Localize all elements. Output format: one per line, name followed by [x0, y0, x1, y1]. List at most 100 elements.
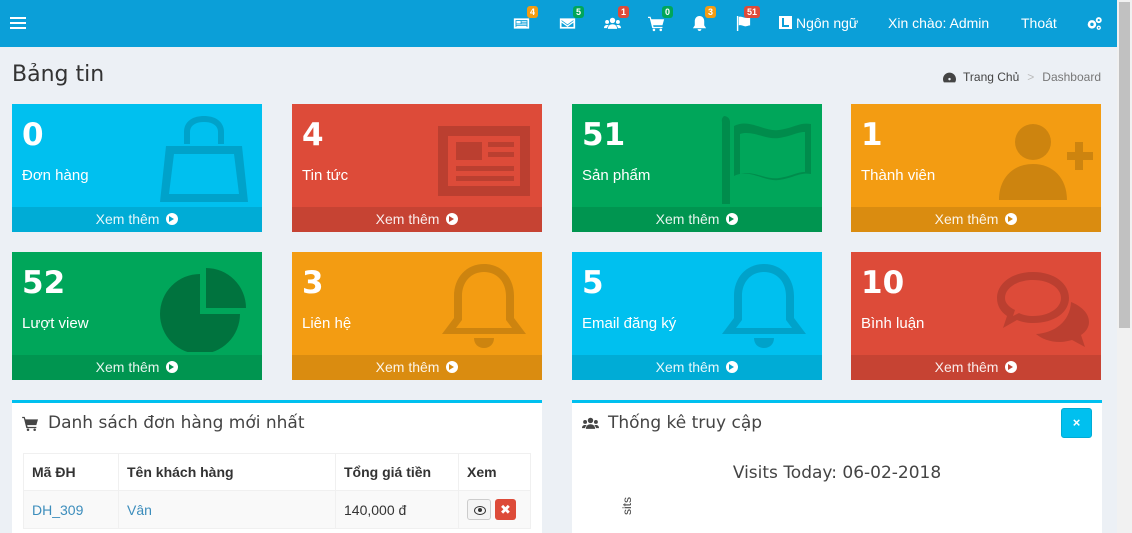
- top-navbar: 4 5 1 0 3 51 Ngôn ngữ Xin chào: Admin Th…: [0, 0, 1117, 47]
- stat-value: 1: [861, 117, 883, 153]
- pie-chart-icon: [154, 262, 254, 354]
- arrow-circle-right-icon: [726, 361, 739, 373]
- delete-times-icon[interactable]: ✖: [495, 499, 516, 520]
- notifications-nav-icon[interactable]: 3: [688, 6, 716, 33]
- page-scrollbar[interactable]: [1117, 0, 1132, 533]
- users-badge: 1: [617, 6, 629, 18]
- shopping-bag-icon: [154, 114, 254, 204]
- customer-name-link[interactable]: Vân: [127, 502, 152, 518]
- bell-icon: [434, 262, 534, 352]
- table-header-row: Mã ĐH Tên khách hàng Tổng giá tiền Xem: [23, 453, 531, 491]
- table-row: DH_309 Vân 140,000 đ ✖: [23, 490, 531, 529]
- shopping-cart-icon: [22, 416, 38, 431]
- users-icon: [582, 417, 599, 429]
- stat-value: 10: [861, 265, 905, 301]
- stat-label: Lượt view: [22, 315, 89, 332]
- dashboard-icon: [943, 72, 957, 82]
- mail-nav-icon[interactable]: 5: [556, 6, 584, 33]
- scrollbar-thumb[interactable]: [1119, 2, 1130, 328]
- menu-toggle-icon[interactable]: [10, 12, 26, 34]
- user-greeting[interactable]: Xin chào: Admin: [888, 15, 989, 31]
- page-title: Bảng tin: [12, 62, 105, 87]
- flag-icon: [714, 114, 814, 204]
- more-info-link[interactable]: Xem thêm: [851, 355, 1101, 380]
- chart-y-axis-label: sits: [620, 497, 634, 515]
- stat-box-email-subscriptions: 5 Email đăng ký Xem thêm: [572, 252, 822, 380]
- arrow-circle-right-icon: [1005, 361, 1018, 373]
- language-label: Ngôn ngữ: [796, 15, 859, 31]
- orders-table: Mã ĐH Tên khách hàng Tổng giá tiền Xem D…: [23, 453, 531, 529]
- stat-label: Tin tức: [302, 167, 349, 184]
- more-info-link[interactable]: Xem thêm: [572, 355, 822, 380]
- breadcrumb-separator: >: [1027, 70, 1035, 84]
- stat-label: Liên hệ: [302, 315, 352, 332]
- arrow-circle-right-icon: [166, 213, 179, 225]
- language-icon: [779, 16, 792, 29]
- column-header[interactable]: Tổng giá tiền: [335, 453, 459, 491]
- more-info-link[interactable]: Xem thêm: [12, 355, 262, 380]
- mail-badge: 5: [572, 6, 584, 18]
- breadcrumb-home-link[interactable]: Trang Chủ: [943, 70, 1019, 84]
- stat-box-news: 4 Tin tức Xem thêm: [292, 104, 542, 232]
- stat-value: 5: [582, 265, 604, 301]
- view-eye-icon[interactable]: [467, 499, 491, 520]
- column-header[interactable]: Tên khách hàng: [118, 453, 336, 491]
- orders-badge: 4: [526, 6, 538, 18]
- stat-box-views: 52 Lượt view Xem thêm: [12, 252, 262, 380]
- stat-value: 4: [302, 117, 324, 153]
- newspaper-icon: [434, 114, 534, 204]
- stat-value: 0: [22, 117, 44, 153]
- arrow-circle-right-icon: [1005, 213, 1018, 225]
- stat-box-contacts: 3 Liên hệ Xem thêm: [292, 252, 542, 380]
- flags-badge: 51: [743, 6, 760, 18]
- settings-gear-icon[interactable]: [1083, 13, 1105, 33]
- chart-title: Visits Today: 06-02-2018: [732, 463, 942, 483]
- bell-icon: [714, 262, 814, 352]
- more-info-link[interactable]: Xem thêm: [292, 207, 542, 232]
- panel-header: Danh sách đơn hàng mới nhất: [22, 413, 305, 433]
- stat-value: 51: [582, 117, 626, 153]
- column-header[interactable]: Mã ĐH: [23, 453, 119, 491]
- language-selector[interactable]: Ngôn ngữ: [779, 15, 858, 31]
- more-info-link[interactable]: Xem thêm: [12, 207, 262, 232]
- arrow-circle-right-icon: [166, 361, 179, 373]
- notifications-badge: 3: [704, 6, 716, 18]
- more-info-link[interactable]: Xem thêm: [851, 207, 1101, 232]
- latest-orders-panel: Danh sách đơn hàng mới nhất Mã ĐH Tên kh…: [12, 400, 542, 533]
- arrow-circle-right-icon: [446, 213, 459, 225]
- flag-nav-icon[interactable]: 51: [732, 6, 760, 33]
- arrow-circle-right-icon: [726, 213, 739, 225]
- comments-icon: [993, 262, 1093, 352]
- stat-label: Sản phẩm: [582, 167, 651, 184]
- stat-box-products: 51 Sản phẩm Xem thêm: [572, 104, 822, 232]
- panel-title: Danh sách đơn hàng mới nhất: [48, 413, 305, 433]
- breadcrumb-home-label: Trang Chủ: [963, 70, 1020, 84]
- stat-label: Thành viên: [861, 167, 936, 184]
- order-total: 140,000 đ: [335, 490, 459, 529]
- stat-label: Bình luận: [861, 315, 925, 332]
- stat-label: Email đăng ký: [582, 315, 677, 332]
- order-code-link[interactable]: DH_309: [32, 502, 83, 518]
- more-info-link[interactable]: Xem thêm: [572, 207, 822, 232]
- cart-badge: 0: [661, 6, 673, 18]
- stat-box-orders: 0 Đơn hàng Xem thêm: [12, 104, 262, 232]
- panel-title: Thống kê truy cập: [608, 413, 763, 433]
- close-button[interactable]: ×: [1061, 408, 1092, 438]
- users-nav-icon[interactable]: 1: [601, 6, 629, 33]
- stat-box-members: 1 Thành viên Xem thêm: [851, 104, 1101, 232]
- stat-label: Đơn hàng: [22, 167, 89, 184]
- cart-nav-icon[interactable]: 0: [645, 6, 673, 33]
- user-plus-icon: [993, 114, 1093, 204]
- logout-link[interactable]: Thoát: [1021, 15, 1057, 31]
- more-info-link[interactable]: Xem thêm: [292, 355, 542, 380]
- breadcrumb: Trang Chủ > Dashboard: [943, 70, 1101, 84]
- column-header: Xem: [458, 453, 531, 491]
- panel-header: Thống kê truy cập: [582, 413, 762, 433]
- stat-value: 3: [302, 265, 324, 301]
- breadcrumb-current: Dashboard: [1042, 70, 1101, 84]
- visits-stats-panel: Thống kê truy cập × Visits Today: 06-02-…: [572, 400, 1102, 533]
- orders-nav-icon[interactable]: 4: [510, 6, 538, 33]
- arrow-circle-right-icon: [446, 361, 459, 373]
- stat-value: 52: [22, 265, 66, 301]
- stat-box-comments: 10 Bình luận Xem thêm: [851, 252, 1101, 380]
